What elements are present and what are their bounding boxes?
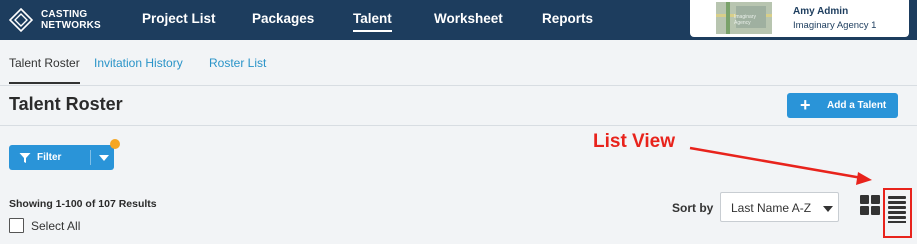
sort-select-value: Last Name A-Z xyxy=(731,201,812,215)
brand-line-2: NETWORKS xyxy=(41,20,101,31)
sort-by-label: Sort by xyxy=(672,201,714,215)
add-talent-button[interactable]: + Add a Talent xyxy=(787,93,898,118)
funnel-icon xyxy=(19,153,31,163)
brand-logo[interactable]: CASTING NETWORKS xyxy=(9,6,119,34)
list-view-selected-underline xyxy=(888,221,906,223)
filter-label: Filter xyxy=(37,152,62,163)
filter-active-indicator xyxy=(110,139,120,149)
plus-icon: + xyxy=(800,95,811,115)
select-all-label: Select All xyxy=(31,219,81,233)
tab-roster-list[interactable]: Roster List xyxy=(209,56,266,70)
nav-item-talent[interactable]: Talent xyxy=(353,11,392,32)
brand-line-1: CASTING xyxy=(41,9,88,20)
nav-item-packages[interactable]: Packages xyxy=(252,11,314,26)
chevron-down-icon xyxy=(823,206,833,212)
tab-invitation-history[interactable]: Invitation History xyxy=(94,56,183,70)
nav-item-project-list[interactable]: Project List xyxy=(142,11,216,26)
top-nav-bar: CASTING NETWORKS Project List Packages T… xyxy=(0,0,917,40)
checkbox-icon[interactable] xyxy=(9,218,24,233)
agency-logo-caption: Imaginary Agency xyxy=(734,14,756,26)
account-user-name: Amy Admin xyxy=(793,6,849,17)
account-switcher[interactable]: Imaginary Agency Amy Admin Imaginary Age… xyxy=(690,0,909,37)
add-talent-label: Add a Talent xyxy=(827,100,887,111)
filter-button[interactable]: Filter xyxy=(9,145,114,170)
title-divider xyxy=(0,125,917,126)
tab-talent-roster[interactable]: Talent Roster xyxy=(9,56,80,84)
chevron-down-icon[interactable] xyxy=(99,155,109,161)
account-agency-name: Imaginary Agency 1 xyxy=(793,20,877,31)
subtabs-divider xyxy=(0,85,917,86)
brand-wordmark: CASTING NETWORKS xyxy=(41,9,101,31)
page-title: Talent Roster xyxy=(9,94,123,114)
list-view-icon[interactable] xyxy=(887,194,909,223)
casting-networks-logo-icon xyxy=(9,8,33,32)
annotation-label: List View xyxy=(593,131,676,152)
nav-item-worksheet[interactable]: Worksheet xyxy=(434,11,503,26)
agency-logo-image: Imaginary Agency xyxy=(716,2,772,34)
sort-select[interactable]: Last Name A-Z xyxy=(720,192,839,222)
grid-view-icon[interactable] xyxy=(860,195,881,216)
roster-subtabs: Talent Roster Invitation History Roster … xyxy=(0,40,917,86)
results-summary: Showing 1-100 of 107 Results xyxy=(9,198,157,210)
nav-item-reports[interactable]: Reports xyxy=(542,11,593,26)
